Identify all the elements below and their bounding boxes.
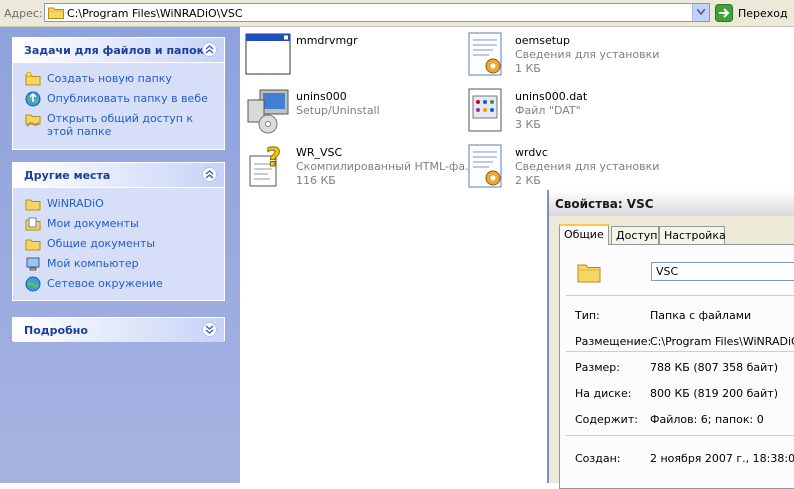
file-size: 2 КБ <box>515 174 541 187</box>
file-size: 116 КБ <box>296 174 336 187</box>
place-shared-documents-label: Общие документы <box>47 237 156 250</box>
address-input[interactable]: C:\Program Files\WiNRADiO\VSC <box>44 3 710 22</box>
place-network-label: Сетевое окружение <box>47 277 163 290</box>
place-winradio[interactable]: WiNRADiO <box>13 194 224 214</box>
file-name: unins000 <box>296 90 347 103</box>
place-winradio-label: WiNRADiO <box>47 197 104 210</box>
property-key: На диске: <box>575 387 632 400</box>
folder-icon <box>25 199 41 211</box>
property-key: Содержит: <box>575 413 638 426</box>
property-value: Файлов: 6; папок: 0 <box>650 413 764 426</box>
go-button[interactable]: Переход <box>738 7 788 20</box>
details-header[interactable]: Подробно <box>13 318 224 342</box>
property-key: Создан: <box>575 452 621 465</box>
task-new-folder[interactable]: Создать новую папку <box>13 69 224 89</box>
properties-title: Свойства: VSC <box>555 197 654 211</box>
file-type: Сведения для установки <box>515 48 660 61</box>
file-type: Setup/Uninstall <box>296 104 380 117</box>
expand-icon[interactable] <box>202 322 217 337</box>
new-folder-icon <box>25 71 41 86</box>
task-share-folder-label: Открыть общий доступ к этой папке <box>47 112 194 138</box>
other-places-title: Другие места <box>24 169 111 182</box>
tab-sharing[interactable]: Доступ <box>611 226 659 244</box>
go-arrow-icon[interactable] <box>715 4 733 22</box>
folder-icon <box>48 7 64 19</box>
property-value: 788 КБ (807 358 байт) <box>650 361 778 374</box>
address-bar: Адрес: C:\Program Files\WiNRADiO\VSC Пер… <box>0 0 794 27</box>
file-name: unins000.dat <box>515 90 588 103</box>
place-my-documents[interactable]: Мои документы <box>13 214 224 234</box>
my-documents-icon <box>25 217 41 231</box>
task-publish-web-label: Опубликовать папку в вебе <box>47 92 208 105</box>
property-key: Тип: <box>575 309 600 322</box>
properties-dialog: Свойства: VSC Общие Доступ Настройка VSC… <box>547 190 794 489</box>
network-icon <box>25 276 41 292</box>
file-name: mmdrvmgr <box>296 34 358 47</box>
setup-info-icon <box>468 32 502 76</box>
address-dropdown-button[interactable] <box>692 4 709 21</box>
other-places-header[interactable]: Другие места <box>13 163 224 188</box>
property-key: Размер: <box>575 361 620 374</box>
dat-file-icon <box>468 88 502 132</box>
my-computer-icon <box>26 257 40 271</box>
folder-name-input[interactable]: VSC <box>651 262 794 281</box>
file-name: oemsetup <box>515 34 570 47</box>
setup-info-icon <box>468 144 502 188</box>
collapse-icon[interactable] <box>202 167 217 182</box>
property-value: C:\Program Files\WiNRADiO <box>650 335 794 348</box>
tab-customize[interactable]: Настройка <box>659 226 726 244</box>
property-value: 800 КБ (819 200 байт) <box>650 387 778 400</box>
task-share-folder[interactable]: Открыть общий доступ к этой папке <box>13 109 224 143</box>
divider <box>566 351 794 352</box>
application-window-icon <box>245 33 291 75</box>
file-name: WR_VSC <box>296 146 343 159</box>
publish-web-icon <box>25 91 41 107</box>
place-my-documents-label: Мои документы <box>47 217 139 230</box>
svg-text:?: ? <box>266 143 281 173</box>
file-size: 3 КБ <box>515 118 541 131</box>
file-type: Файл "DAT" <box>515 104 581 117</box>
task-new-folder-label: Создать новую папку <box>47 72 172 85</box>
file-type: Скомпилированный HTML-фа... <box>296 160 476 173</box>
property-value: Папка с файлами <box>650 309 752 322</box>
properties-titlebar[interactable]: Свойства: VSC <box>549 190 794 216</box>
general-tab-panel: VSC Тип: Папка с файлами Размещение: C:\… <box>559 244 794 489</box>
address-label: Адрес: <box>4 7 43 20</box>
task-publish-web[interactable]: Опубликовать папку в вебе <box>13 89 224 109</box>
chevron-down-icon <box>697 9 705 15</box>
task-pane: Задачи для файлов и папок Создать новую … <box>0 27 240 483</box>
place-my-computer[interactable]: Мой компьютер <box>13 254 224 274</box>
divider <box>566 435 794 436</box>
address-path: C:\Program Files\WiNRADiO\VSC <box>67 7 243 20</box>
chm-help-icon: ? <box>249 143 282 187</box>
file-tasks-panel: Задачи для файлов и папок Создать новую … <box>12 37 225 150</box>
place-shared-documents[interactable]: Общие документы <box>13 234 224 254</box>
file-size: 1 КБ <box>515 62 541 75</box>
other-places-panel: Другие места WiNRADiO Мои документы Общи… <box>12 162 225 301</box>
folder-icon <box>577 264 601 283</box>
details-panel: Подробно <box>12 317 225 342</box>
tab-general[interactable]: Общие <box>559 224 609 245</box>
collapse-icon[interactable] <box>202 42 217 57</box>
place-network[interactable]: Сетевое окружение <box>13 274 224 294</box>
place-my-computer-label: Мой компьютер <box>47 257 139 270</box>
details-title: Подробно <box>24 324 88 337</box>
file-tasks-title: Задачи для файлов и папок <box>24 44 205 57</box>
divider <box>566 295 794 296</box>
property-key: Размещение: <box>575 335 652 348</box>
file-tasks-header[interactable]: Задачи для файлов и папок <box>13 38 224 63</box>
share-folder-icon <box>25 114 41 127</box>
file-name: wrdvc <box>515 146 548 159</box>
uninstall-icon <box>247 89 289 134</box>
file-type: Сведения для установки <box>515 160 660 173</box>
property-value: 2 ноября 2007 г., 18:38:07 <box>650 452 794 465</box>
folder-icon <box>25 239 41 251</box>
